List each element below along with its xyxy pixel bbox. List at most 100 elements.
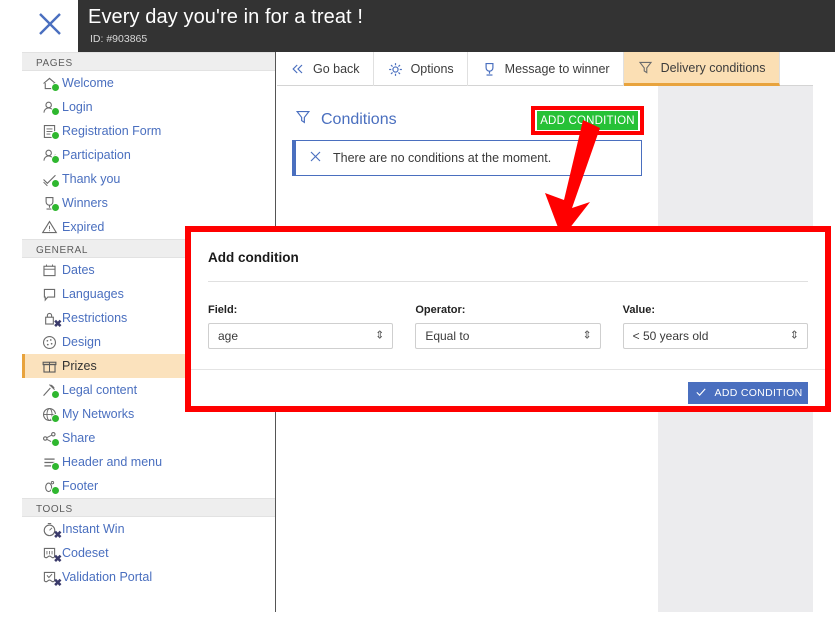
share-icon bbox=[39, 428, 60, 448]
chevron-updown-icon: ⇕ bbox=[582, 329, 592, 342]
sidebar-item-label: Legal content bbox=[62, 383, 138, 397]
conditions-heading: Conditions bbox=[294, 108, 397, 131]
conditions-title: Conditions bbox=[321, 110, 397, 128]
filter-funnel-icon bbox=[637, 59, 654, 76]
trophy-icon bbox=[39, 193, 60, 213]
dialog-title: Add condition bbox=[208, 250, 299, 265]
close-button[interactable] bbox=[22, 0, 78, 52]
field-group-value: Value: < 50 years old ⇕ bbox=[622, 304, 808, 349]
calendar-icon bbox=[39, 260, 59, 280]
dialog-fields: Field: age ⇕ Operator: Equal to ⇕ Value:… bbox=[208, 304, 808, 349]
field-label: Field: bbox=[208, 304, 238, 316]
tab-go-back[interactable]: Go back bbox=[277, 52, 374, 86]
status-badge bbox=[51, 107, 60, 116]
tab-label: Go back bbox=[313, 62, 360, 76]
tab-label: Delivery conditions bbox=[660, 60, 766, 75]
sidebar-item-validation-portal[interactable]: ✖ Validation Portal bbox=[22, 565, 275, 589]
close-x-icon bbox=[308, 149, 323, 167]
sidebar-item-label: Restrictions bbox=[62, 311, 128, 325]
sidebar-item-label: Thank you bbox=[62, 172, 121, 186]
sidebar-item-header-and-menu[interactable]: Header and menu bbox=[22, 450, 275, 474]
dialog-footer-divider bbox=[191, 369, 825, 370]
sidebar-section-pages: PAGES bbox=[22, 52, 275, 71]
dialog-add-condition-button[interactable]: ADD CONDITION bbox=[688, 382, 808, 404]
tab-options[interactable]: Options bbox=[374, 52, 468, 86]
sidebar-item-winners[interactable]: Winners bbox=[22, 191, 275, 215]
warning-triangle-icon bbox=[39, 217, 59, 237]
status-badge bbox=[51, 155, 60, 164]
sidebar-item-label: Instant Win bbox=[62, 522, 125, 536]
lock-icon: ✖ bbox=[39, 308, 62, 330]
chevron-updown-icon: ⇕ bbox=[375, 329, 385, 342]
sidebar-item-participation[interactable]: Participation bbox=[22, 143, 275, 167]
network-globe-icon bbox=[39, 404, 60, 424]
stopwatch-icon: ✖ bbox=[39, 519, 62, 541]
filter-funnel-icon bbox=[294, 108, 312, 131]
dialog-add-condition-label: ADD CONDITION bbox=[714, 387, 803, 399]
sidebar-item-thank-you[interactable]: Thank you bbox=[22, 167, 275, 191]
dialog-divider bbox=[208, 281, 808, 282]
field-select[interactable]: age ⇕ bbox=[208, 323, 394, 349]
home-icon bbox=[39, 73, 60, 93]
value-select[interactable]: < 50 years old ⇕ bbox=[622, 323, 808, 349]
status-badge bbox=[51, 438, 60, 447]
add-condition-button[interactable]: ADD CONDITION bbox=[537, 111, 638, 130]
sidebar-item-registration-form[interactable]: Registration Form bbox=[22, 119, 275, 143]
app-window: Every day you're in for a treat ! ID: #9… bbox=[0, 0, 835, 626]
status-badge: ✖ bbox=[53, 554, 62, 565]
ticket-check-icon: ✖ bbox=[39, 567, 62, 589]
field-group-operator: Operator: Equal to ⇕ bbox=[415, 304, 601, 349]
gavel-icon bbox=[39, 380, 60, 400]
status-badge bbox=[51, 486, 60, 495]
status-badge: ✖ bbox=[53, 578, 62, 589]
sidebar-item-label: Expired bbox=[62, 220, 105, 234]
sidebar-item-instant-win[interactable]: ✖ Instant Win bbox=[22, 517, 275, 541]
page-title: Every day you're in for a treat ! bbox=[88, 6, 364, 28]
sidebar-item-label: Footer bbox=[62, 479, 99, 493]
sidebar-item-welcome[interactable]: Welcome bbox=[22, 71, 275, 95]
status-badge bbox=[51, 179, 60, 188]
gear-icon bbox=[387, 61, 404, 78]
tab-label: Options bbox=[410, 62, 454, 76]
status-badge bbox=[51, 131, 60, 140]
field-group-field: Field: age ⇕ bbox=[208, 304, 394, 349]
sidebar-item-share[interactable]: Share bbox=[22, 426, 275, 450]
user-edit-icon bbox=[39, 145, 60, 165]
status-badge bbox=[51, 203, 60, 212]
tab-label: Message to winner bbox=[504, 62, 610, 76]
sidebar-item-label: Winners bbox=[62, 196, 108, 210]
footprint-icon bbox=[39, 476, 60, 496]
status-badge bbox=[51, 462, 60, 471]
sidebar-item-label: Prizes bbox=[62, 359, 97, 373]
operator-select[interactable]: Equal to ⇕ bbox=[415, 323, 601, 349]
sidebar-item-login[interactable]: Login bbox=[22, 95, 275, 119]
sidebar-item-codeset[interactable]: ✖ Codeset bbox=[22, 541, 275, 565]
status-badge bbox=[51, 83, 60, 92]
app-header: Every day you're in for a treat ! ID: #9… bbox=[0, 0, 835, 52]
tab-message-to-winner[interactable]: Message to winner bbox=[468, 52, 624, 86]
header-title-bar: Every day you're in for a treat ! ID: #9… bbox=[78, 0, 835, 52]
operator-select-value: Equal to bbox=[425, 329, 470, 343]
sidebar-item-label: My Networks bbox=[62, 407, 135, 421]
sidebar-section-tools: TOOLS bbox=[22, 498, 275, 517]
trophy-icon bbox=[481, 61, 498, 78]
sidebar-item-label: Participation bbox=[62, 148, 131, 162]
palette-icon bbox=[39, 332, 59, 352]
field-label: Operator: bbox=[415, 304, 466, 316]
form-icon bbox=[39, 121, 60, 141]
gift-icon bbox=[39, 356, 59, 376]
check-icon bbox=[694, 385, 708, 402]
status-badge: ✖ bbox=[53, 319, 62, 330]
status-badge bbox=[51, 414, 60, 423]
close-x-icon bbox=[35, 9, 65, 44]
field-label: Value: bbox=[622, 304, 656, 316]
empty-state-text: There are no conditions at the moment. bbox=[333, 151, 552, 165]
sidebar-item-footer[interactable]: Footer bbox=[22, 474, 275, 498]
status-badge bbox=[51, 390, 60, 399]
tab-delivery-conditions[interactable]: Delivery conditions bbox=[623, 52, 780, 86]
user-key-icon bbox=[39, 97, 60, 117]
sidebar-item-label: Languages bbox=[62, 287, 124, 301]
speech-bubble-icon bbox=[39, 284, 59, 304]
menu-lines-icon bbox=[39, 452, 60, 472]
ticket-icon: ✖ bbox=[39, 543, 62, 565]
